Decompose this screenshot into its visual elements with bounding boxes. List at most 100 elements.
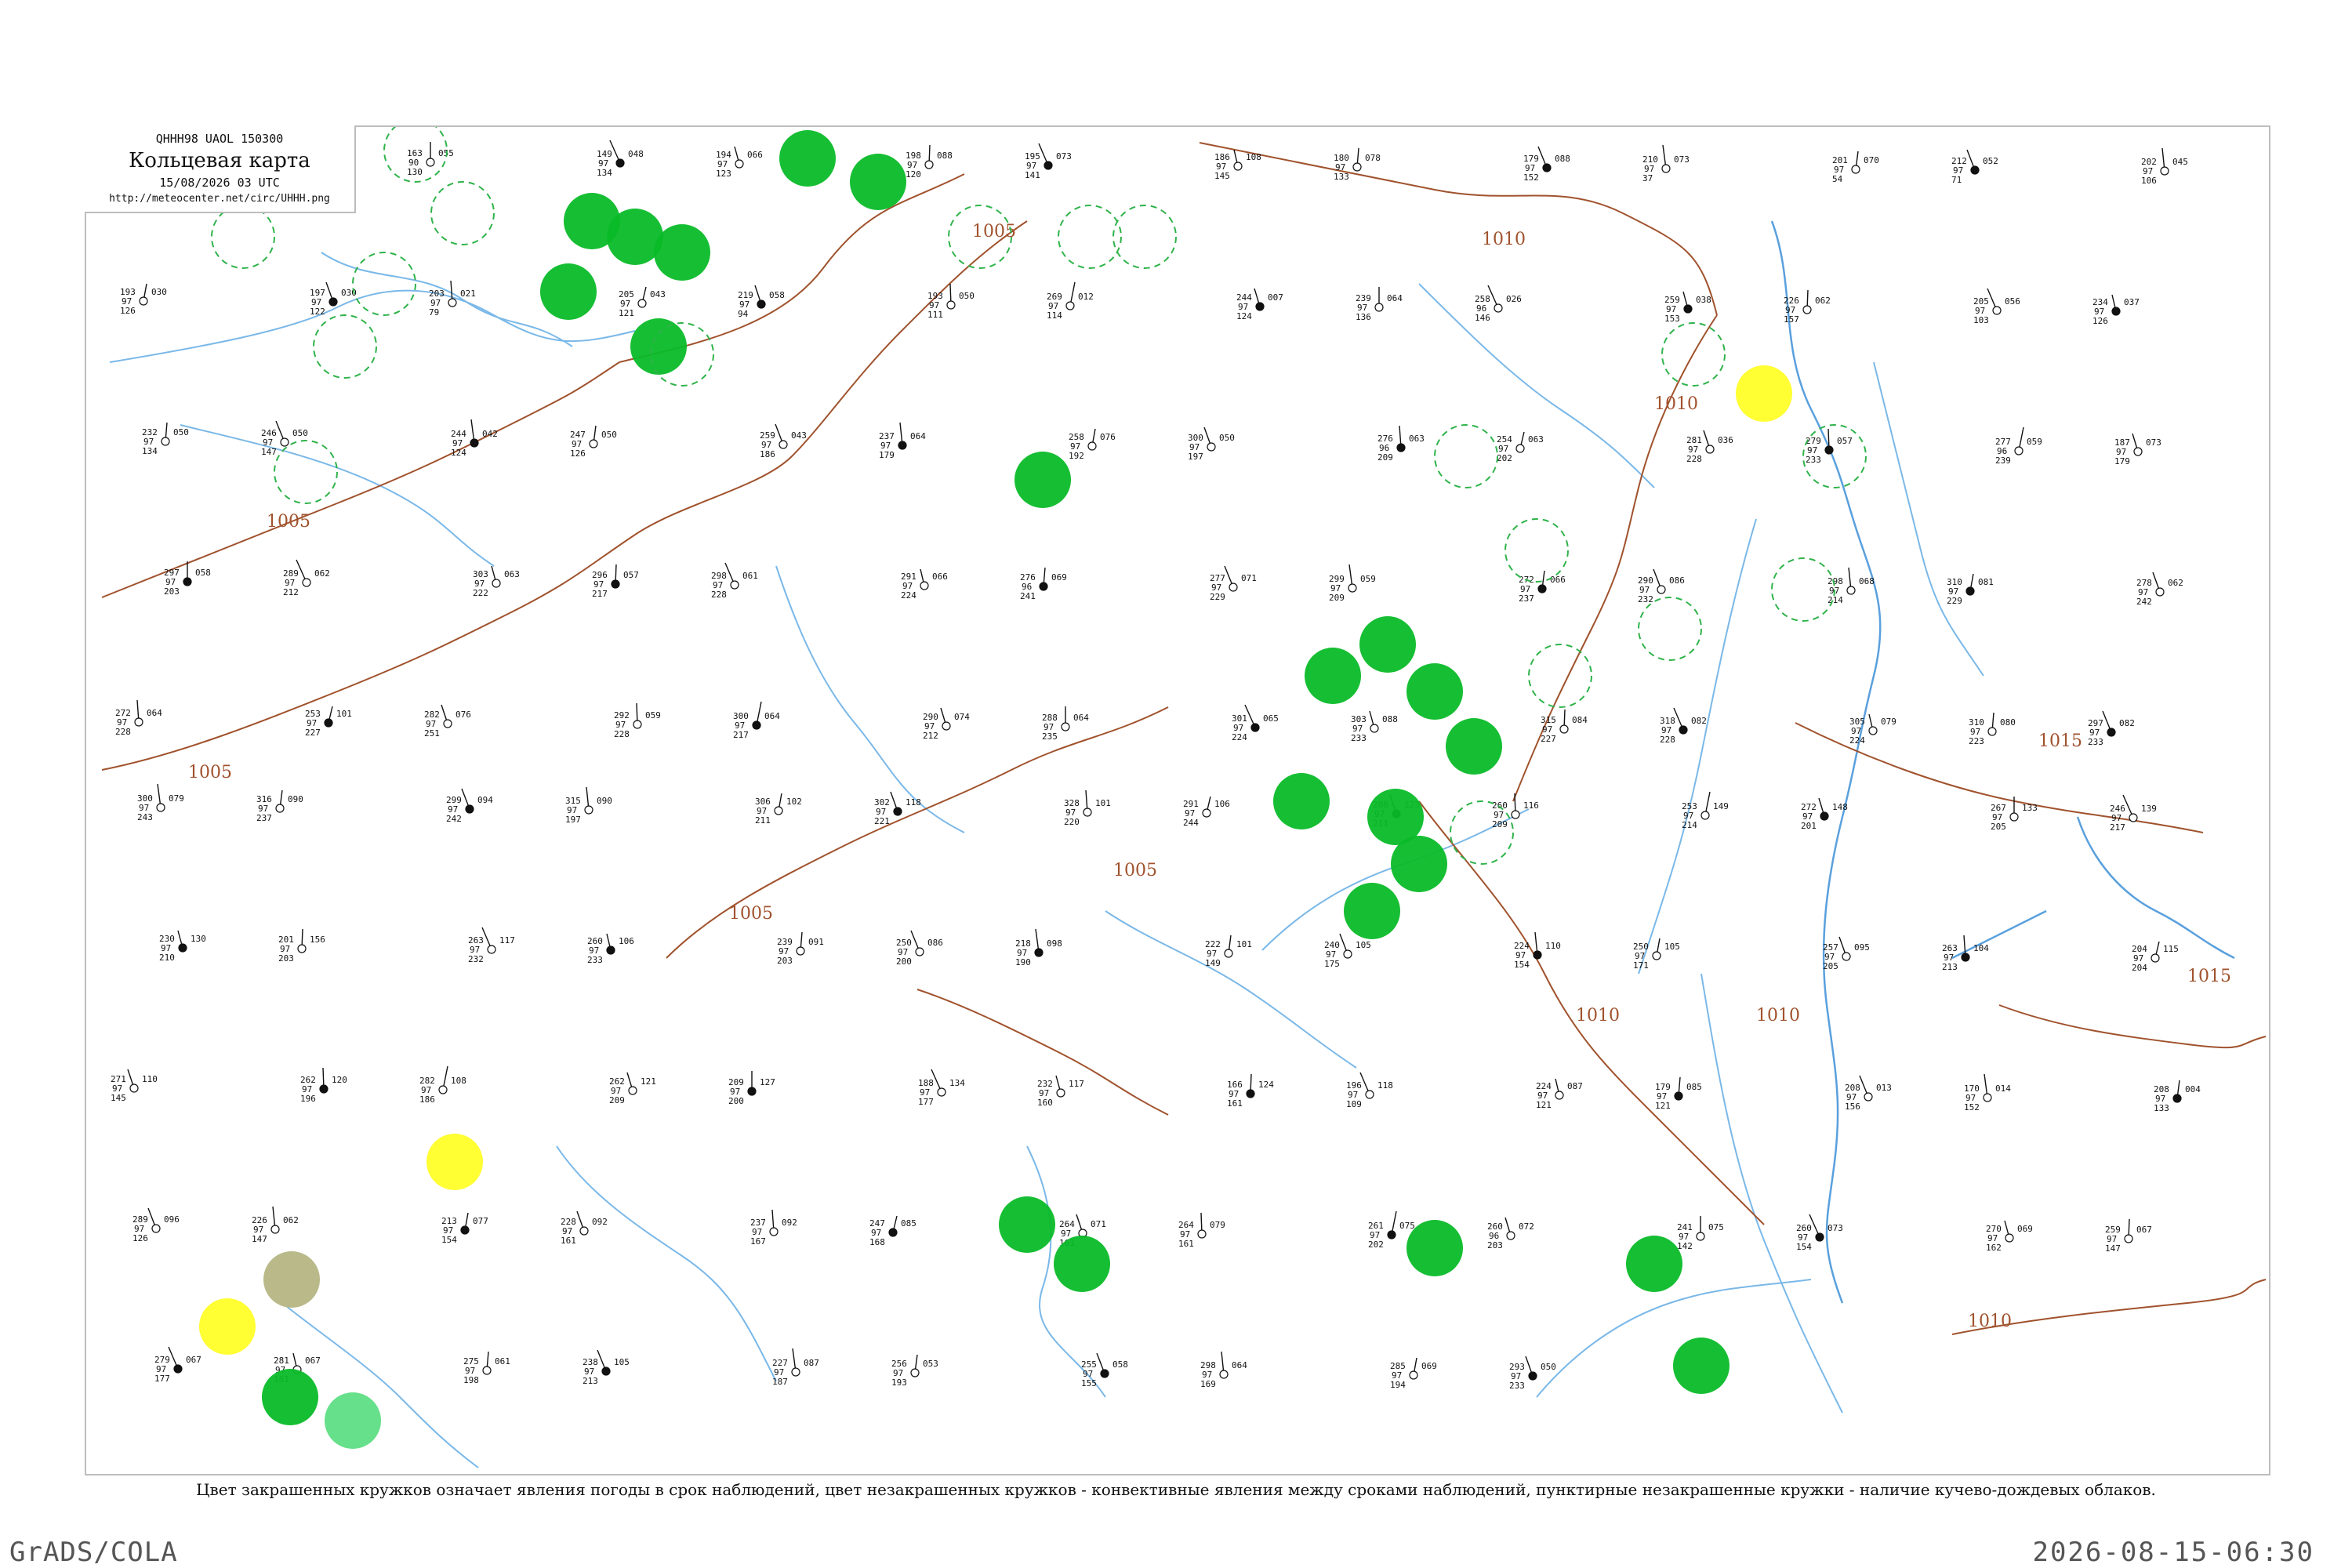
cloud-cover-icon (1409, 1370, 1418, 1380)
station-plot: 24097175105 (1324, 933, 1371, 969)
station-pressure-tendency: 106 (1214, 799, 1230, 809)
cloud-cover-icon (492, 579, 501, 588)
station-plot: 23797179064 (879, 422, 926, 460)
phenomenon-fill-icon (1359, 616, 1416, 673)
station-pressure: 197 (565, 815, 581, 825)
cloud-cover-icon (730, 580, 739, 590)
cloud-cover-icon (1255, 302, 1265, 311)
station-plot: 29097212074 (923, 707, 970, 741)
station-pressure: 224 (1232, 732, 1247, 742)
cloud-cover-icon (183, 577, 192, 586)
station-pressure-tendency: 075 (1708, 1222, 1724, 1232)
station-plot: 27696209063 (1377, 425, 1425, 463)
station-pressure-tendency: 067 (186, 1355, 201, 1365)
isobar-label: 1010 (1482, 230, 1526, 249)
cloud-cover-icon (2172, 1094, 2182, 1103)
map-url[interactable]: http://meteocenter.net/circ/UHHH.png (85, 193, 354, 205)
station-pressure-tendency: 102 (786, 797, 802, 807)
station-pressure: 205 (1991, 822, 2006, 832)
station-pressure: 120 (906, 169, 921, 180)
station-pressure: 233 (587, 955, 603, 965)
station-pressure-tendency: 139 (2141, 804, 2157, 814)
cloud-cover-icon (1370, 724, 1379, 733)
station-pressure: 121 (1536, 1100, 1552, 1110)
station-pressure: 187 (772, 1377, 788, 1387)
cloud-cover-icon (1374, 303, 1384, 312)
cloud-cover-icon (426, 158, 435, 167)
station-plot: 23097210130 (159, 930, 206, 963)
cloud-cover-icon (769, 1227, 779, 1236)
station-pressure: 233 (1806, 455, 1821, 465)
station-pressure-tendency: 064 (1232, 1360, 1247, 1370)
station-pressure-tendency: 073 (1828, 1223, 1843, 1233)
station-plot: 18697145108 (1214, 149, 1261, 181)
station-plot: 22297149101 (1205, 935, 1252, 968)
station-pressure: 204 (2132, 963, 2147, 973)
coast-layer (1770, 220, 2235, 1304)
station-pressure-tendency: 077 (473, 1216, 488, 1226)
cumulonimbus-ring-icon (1638, 597, 1702, 661)
station-plot: 19897120088 (906, 144, 953, 180)
station-plot: 19397126030 (120, 283, 167, 316)
station-pressure: 130 (407, 167, 423, 177)
station-plot: 25097200086 (896, 930, 943, 967)
map-canvas: 1010101010101010100510051005100510051015… (98, 127, 2267, 1468)
station-pressure: 124 (1236, 311, 1252, 321)
station-pressure: 147 (252, 1234, 267, 1244)
station-plot: 25497202063 (1497, 431, 1544, 463)
station-pressure: 161 (561, 1236, 576, 1246)
station-plot: 27796239059 (1995, 426, 2042, 466)
station-pressure-tendency: 074 (954, 712, 970, 722)
cloud-cover-icon (893, 807, 902, 816)
station-pressure: 147 (261, 447, 277, 457)
station-pressure-tendency: 064 (1387, 293, 1403, 303)
station-pressure-tendency: 082 (1691, 716, 1707, 726)
station-pressure-tendency: 133 (2022, 803, 2038, 813)
station-pressure-tendency: 073 (1674, 154, 1690, 165)
station-pressure-tendency: 038 (1696, 295, 1711, 305)
station-pressure-tendency: 063 (1528, 434, 1544, 445)
station-plot: 24797126050 (570, 425, 617, 459)
station-pressure-tendency: 073 (2146, 437, 2161, 448)
station-plot: 25097171105 (1633, 938, 1680, 971)
cloud-cover-icon (1250, 723, 1260, 732)
station-plot: 26297209121 (609, 1072, 656, 1105)
station-pressure-tendency: 121 (641, 1076, 656, 1087)
cloud-cover-icon (1061, 722, 1070, 731)
cloud-cover-icon (1533, 950, 1542, 960)
station-plot: 26497161079 (1178, 1212, 1225, 1249)
station-plot: 2199794058 (738, 285, 785, 319)
station-pressure: 214 (1828, 595, 1843, 605)
cloud-cover-icon (2014, 446, 2024, 456)
station-pressure: 222 (473, 588, 488, 598)
station-pressure-tendency: 058 (195, 568, 211, 578)
station-pressure-tendency: 064 (1073, 713, 1089, 723)
station-pressure: 242 (446, 814, 462, 824)
station-pressure-tendency: 013 (1876, 1083, 1892, 1093)
cloud-cover-icon (2129, 813, 2138, 822)
station-pressure-tendency: 095 (1854, 942, 1870, 953)
cloud-cover-icon (757, 299, 766, 309)
station-pressure: 209 (1329, 593, 1345, 603)
station-plot: 31597197090 (565, 786, 612, 825)
cloud-cover-icon (589, 439, 598, 448)
cloud-cover-icon (628, 1086, 637, 1095)
station-plot: 27997177067 (154, 1346, 201, 1384)
station-pressure: 133 (2154, 1103, 2169, 1113)
station-pressure: 192 (1069, 451, 1084, 461)
station-plot: 22697147062 (252, 1206, 299, 1244)
station-pressure: 194 (1390, 1380, 1406, 1390)
station-plot: 20597121043 (619, 286, 666, 318)
station-pressure: 213 (1942, 962, 1958, 972)
station-pressure: 145 (111, 1093, 126, 1103)
station-plot: 28997126096 (132, 1207, 180, 1243)
station-plot: 14997134048 (597, 140, 644, 178)
station-pressure: 233 (1509, 1381, 1525, 1391)
phenomenon-fill-icon (1014, 452, 1071, 508)
station-pressure: 167 (750, 1236, 766, 1247)
station-pressure-tendency: 117 (1069, 1079, 1084, 1089)
station-plot: 19797122030 (310, 281, 357, 317)
station-pressure: 214 (1682, 820, 1697, 830)
station-pressure-tendency: 059 (2027, 437, 2042, 447)
cloud-cover-icon (297, 944, 307, 953)
